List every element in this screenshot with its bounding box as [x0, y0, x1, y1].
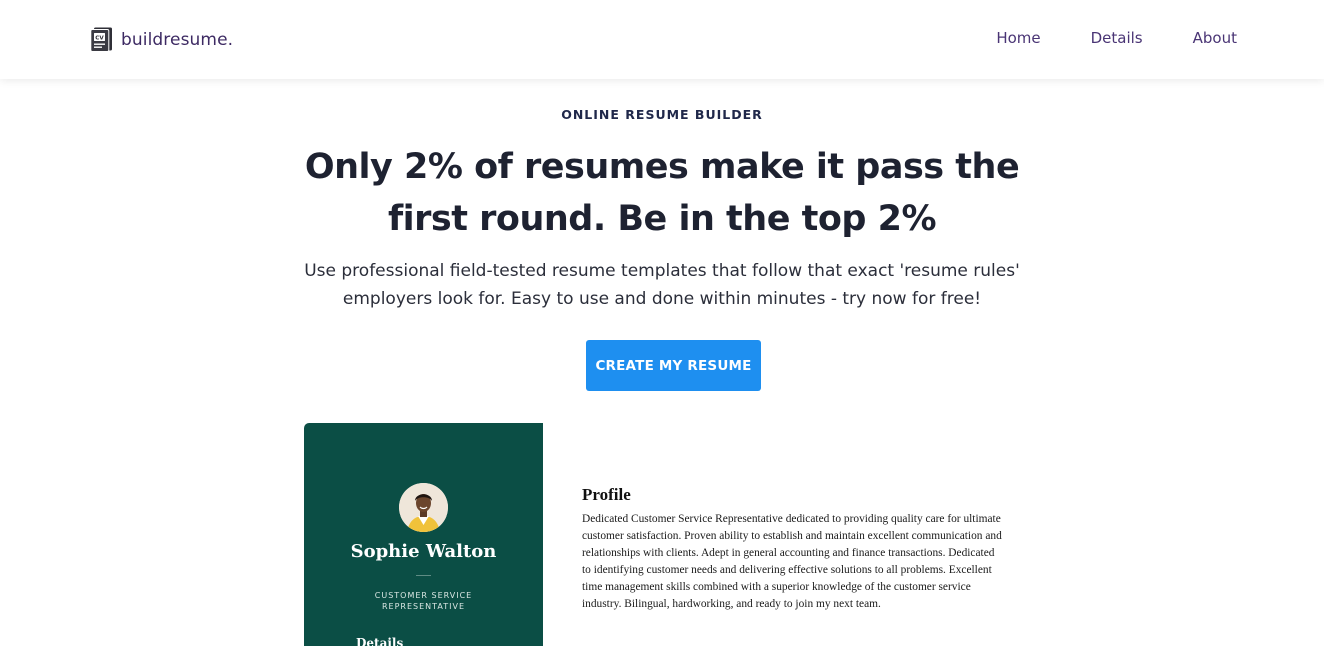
hero-eyebrow: ONLINE RESUME BUILDER [561, 107, 763, 122]
hero-headline: Only 2% of resumes make it pass the firs… [304, 147, 1020, 239]
profile-avatar [399, 483, 448, 532]
svg-text:CV: CV [95, 35, 104, 41]
resume-preview: Sophie Walton CUSTOMER SERVICE REPRESENT… [304, 423, 1024, 650]
nav-link-about[interactable]: About [1193, 29, 1237, 47]
profile-text: Dedicated Customer Service Representativ… [582, 513, 1002, 610]
hero-subtitle: Use professional field-tested resume tem… [304, 261, 1020, 309]
cv-document-icon: CV [90, 27, 112, 52]
resume-role: CUSTOMER SERVICE REPRESENTATIVE [374, 591, 473, 611]
profile-heading: Profile [582, 485, 631, 504]
top-navbar: CV buildresume. Home Details About [0, 0, 1324, 79]
nav-link-home[interactable]: Home [996, 29, 1040, 47]
main-nav: Home Details About [996, 29, 1237, 47]
brand-name: buildresume. [121, 29, 234, 50]
name-divider [416, 575, 431, 576]
create-resume-button[interactable]: CREATE MY RESUME [586, 340, 761, 391]
brand-logo-link[interactable]: CV buildresume. [90, 27, 233, 52]
resume-name: Sophie Walton [350, 541, 497, 562]
nav-link-details[interactable]: Details [1091, 29, 1143, 47]
resume-main-column: Profile Dedicated Customer Service Repre… [543, 423, 1024, 646]
resume-details-heading: Details [356, 636, 404, 650]
resume-sidebar: Sophie Walton CUSTOMER SERVICE REPRESENT… [304, 423, 543, 650]
